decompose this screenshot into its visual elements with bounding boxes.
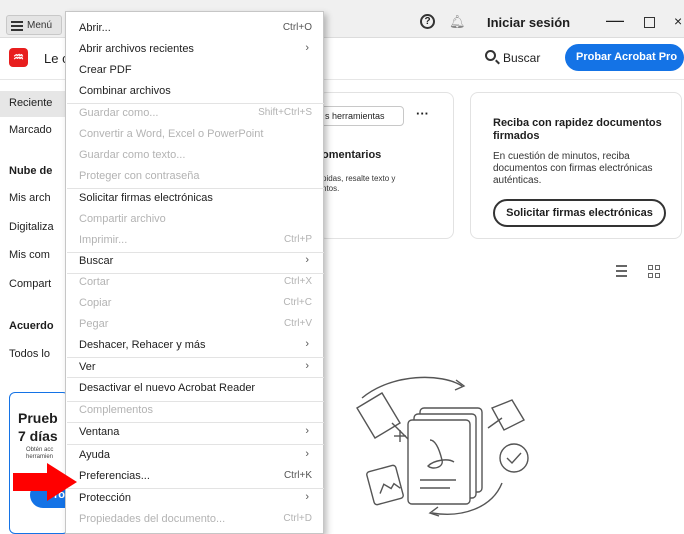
menu-item-save-as-text[interactable]: Guardar como texto...	[66, 145, 325, 166]
search-icon[interactable]	[485, 50, 496, 61]
sign-in-button[interactable]: Iniciar sesión	[487, 15, 570, 30]
try-acrobat-pro-button[interactable]: Probar Acrobat Pro	[565, 44, 684, 71]
menu-item-preferences[interactable]: Preferencias... Ctrl+K	[66, 466, 325, 487]
request-signatures-button[interactable]: Solicitar firmas electrónicas	[493, 199, 666, 227]
hamburger-icon	[11, 20, 23, 31]
minimize-button[interactable]: —	[606, 10, 624, 31]
chevron-right-icon: ›	[305, 42, 309, 54]
tools-card-description: pidas, resalte texto y ntos.	[322, 174, 396, 193]
sidebar-item-all-agreements[interactable]: Todos lo	[9, 348, 50, 360]
close-button[interactable]: ×	[674, 13, 682, 29]
menu-item-open-recent[interactable]: Abrir archivos recientes ›	[66, 39, 325, 60]
sidebar-item-recent[interactable]: Reciente	[9, 97, 52, 109]
menu-item-open[interactable]: Abrir... Ctrl+O	[66, 18, 325, 39]
chevron-right-icon: ›	[305, 491, 309, 503]
tools-card-title: omentarios	[322, 149, 382, 161]
menu-item-print[interactable]: Imprimir... Ctrl+P	[66, 230, 325, 251]
help-icon[interactable]: ?	[420, 14, 435, 29]
grid-view-icon[interactable]	[648, 265, 661, 278]
main-menu-dropdown: Abrir... Ctrl+O Abrir archivos recientes ›…	[65, 11, 324, 534]
menu-item-convert[interactable]: Convertir a Word, Excel o PowerPoint	[66, 124, 325, 145]
menu-item-cut[interactable]: Cortar Ctrl+X	[66, 272, 325, 293]
menu-item-create-pdf[interactable]: Crear PDF	[66, 60, 325, 81]
menu-item-find[interactable]: Buscar ›	[66, 251, 325, 272]
empty-state-illustration	[356, 376, 529, 517]
menu-button[interactable]: Menú	[6, 15, 62, 35]
menu-item-combine-files[interactable]: Combinar archivos	[66, 81, 325, 102]
chevron-right-icon: ›	[305, 338, 309, 350]
sidebar-item-shared[interactable]: Compart	[9, 278, 51, 290]
menu-item-copy[interactable]: Copiar Ctrl+C	[66, 293, 325, 314]
tools-pill-button[interactable]: s herramientas	[318, 106, 404, 126]
menu-item-window[interactable]: Ventana ›	[66, 422, 325, 443]
menu-item-document-properties[interactable]: Propiedades del documento... Ctrl+D	[66, 509, 325, 530]
menu-item-save-as[interactable]: Guardar como... Shift+Ctrl+S	[66, 103, 325, 124]
sidebar-item-shared-by-me[interactable]: Mis com	[9, 249, 50, 261]
menu-item-disable-new-reader[interactable]: Desactivar el nuevo Acrobat Reader	[66, 378, 325, 399]
search-button-label[interactable]: Buscar	[503, 51, 540, 65]
maximize-button[interactable]	[644, 17, 655, 28]
menu-item-paste[interactable]: Pegar Ctrl+V	[66, 314, 325, 335]
chevron-right-icon: ›	[305, 254, 309, 266]
sidebar-item-starred[interactable]: Marcado	[9, 124, 52, 136]
sidebar-heading-agreements: Acuerdo	[9, 320, 54, 332]
sidebar-item-scans[interactable]: Digitaliza	[9, 221, 54, 233]
menu-item-view[interactable]: Ver ›	[66, 357, 325, 378]
list-view-icon[interactable]	[612, 265, 627, 278]
signatures-card-description: En cuestión de minutos, reciba documento…	[493, 151, 653, 186]
menu-item-request-signatures[interactable]: Solicitar firmas electrónicas	[66, 188, 325, 209]
menu-item-help[interactable]: Ayuda ›	[66, 445, 325, 466]
red-arrow-annotation	[13, 463, 77, 501]
chevron-right-icon: ›	[305, 425, 309, 437]
promo-title: Prueb	[18, 410, 58, 426]
menu-item-share-file[interactable]: Compartir archivo	[66, 209, 325, 230]
adobe-acrobat-icon: ♒︎	[9, 48, 28, 67]
sidebar-item-my-files[interactable]: Mis arch	[9, 192, 51, 204]
menu-item-protect-password[interactable]: Proteger con contraseña	[66, 166, 325, 187]
sidebar-heading-cloud: Nube de	[9, 165, 53, 177]
bell-icon[interactable]: 🔔︎	[449, 14, 466, 30]
signatures-card-title: Reciba con rapidez documentos firmados	[493, 117, 662, 142]
chevron-right-icon: ›	[305, 448, 309, 460]
menu-item-undo-redo[interactable]: Deshacer, Rehacer y más ›	[66, 335, 325, 356]
menu-item-plugins[interactable]: Complementos	[66, 400, 325, 421]
chevron-right-icon: ›	[305, 360, 309, 372]
promo-description: Obtén acc herramien	[26, 447, 54, 460]
more-options-icon[interactable]: ···	[416, 106, 429, 121]
promo-subtitle: 7 días	[18, 428, 58, 444]
menu-item-protection[interactable]: Protección ›	[66, 488, 325, 509]
menu-label: Menú	[27, 19, 53, 31]
